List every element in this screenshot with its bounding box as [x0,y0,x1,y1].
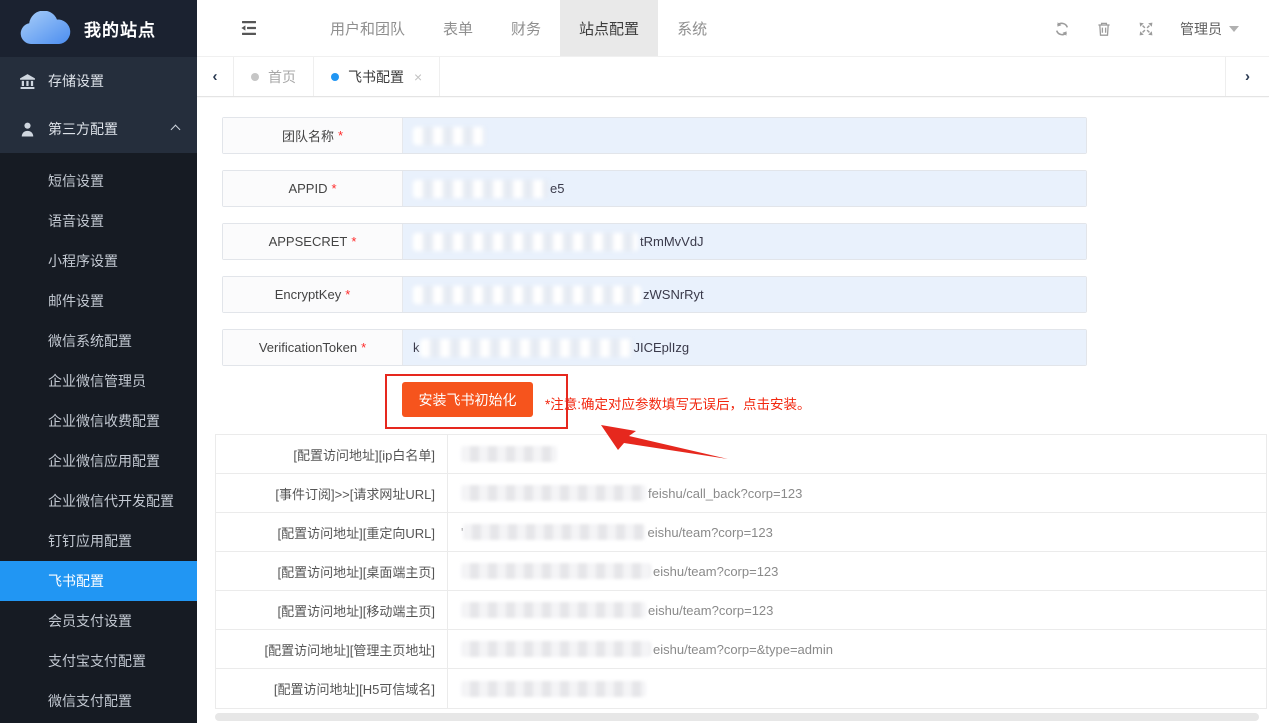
table-row: [事件订阅]>>[请求网址URL] feishu/call_back?corp=… [216,474,1266,513]
config-url-table: [配置访问地址][ip白名单] [事件订阅]>>[请求网址URL] feishu… [215,434,1267,709]
main-content: 团队名称* APPID* e5 APPSECRET* [197,98,1269,723]
team-name-input[interactable] [403,118,1086,153]
chevron-down-icon [1229,26,1239,32]
sidebar-item-wecom-dev-config[interactable]: 企业微信代开发配置 [0,481,197,521]
tab-feishu-config[interactable]: 飞书配置 × [314,57,440,96]
table-row: [配置访问地址][管理主页地址] eishu/team?corp=&type=a… [216,630,1266,669]
nav-site-config[interactable]: 站点配置 [560,0,658,56]
top-header: 用户和团队 表单 财务 站点配置 系统 [197,0,1269,57]
sidebar-item-mail-settings[interactable]: 邮件设置 [0,281,197,321]
close-icon[interactable]: × [414,69,422,85]
redacted-value [463,524,645,540]
sidebar-item-wecom-app-config[interactable]: 企业微信应用配置 [0,441,197,481]
field-label: 团队名称 [282,126,334,145]
redacted-value [461,641,651,657]
top-nav: 用户和团队 表单 财务 站点配置 系统 [311,0,726,56]
appsecret-input[interactable]: tRmMvVdJ [403,224,1086,259]
redacted-value [461,563,651,579]
sidebar-item-wechat-pay-config[interactable]: 微信支付配置 [0,681,197,721]
bank-icon [19,73,36,90]
tabs-scroll-right-button[interactable]: › [1225,57,1269,96]
nav-forms[interactable]: 表单 [424,0,492,56]
sidebar-item-wecom-billing-config[interactable]: 企业微信收费配置 [0,401,197,441]
sidebar: 我的站点 存储设置 第三方配置 短信设置 语音设置 小程序设置 邮件设置 [0,0,197,723]
refresh-icon[interactable] [1054,21,1070,37]
form-row-encryptkey: EncryptKey * zWSNrRyt [222,276,1087,313]
tab-status-dot [331,73,339,81]
chevron-up-icon [171,125,181,135]
sidebar-item-third-party-config[interactable]: 第三方配置 [0,105,197,153]
user-icon [19,121,36,138]
collapse-menu-icon[interactable] [239,20,259,36]
nav-finance[interactable]: 财务 [492,0,560,56]
fullscreen-icon[interactable] [1138,21,1154,37]
encryptkey-input[interactable]: zWSNrRyt [403,277,1086,312]
user-name: 管理员 [1180,19,1222,39]
required-asterisk: * [338,128,343,143]
form-row-appid: APPID * e5 [222,170,1087,207]
sidebar-item-alipay-config[interactable]: 支付宝支付配置 [0,641,197,681]
form-row-verificationtoken: VerificationToken * k JICEplIzg [222,329,1087,366]
required-asterisk: * [351,234,356,249]
form-row-appsecret: APPSECRET* tRmMvVdJ [222,223,1087,260]
redacted-value [413,127,485,145]
site-title: 我的站点 [84,16,156,41]
verificationtoken-input[interactable]: k JICEplIzg [403,330,1086,365]
redacted-value [461,485,646,501]
tabs-scroll-left-button[interactable]: ‹ [197,57,234,96]
redacted-value [413,233,638,251]
field-label: VerificationToken [259,340,357,355]
header-tools: 管理员 [1054,0,1269,57]
field-label: EncryptKey [275,287,341,302]
feishu-config-form: 团队名称* APPID* e5 APPSECRET* [222,117,1087,382]
table-row: [配置访问地址][移动端主页] eishu/team?corp=123 [216,591,1266,630]
sidebar-item-wecom-admin[interactable]: 企业微信管理员 [0,361,197,401]
redacted-value [461,681,646,697]
install-feishu-button[interactable]: 安装飞书初始化 [402,382,533,417]
sidebar-groups: 存储设置 第三方配置 [0,57,197,153]
table-row: [配置访问地址][H5可信域名] [216,669,1266,708]
nav-users-teams[interactable]: 用户和团队 [311,0,424,56]
sidebar-submenu: 短信设置 语音设置 小程序设置 邮件设置 微信系统配置 企业微信管理员 企业微信… [0,153,197,721]
appid-input[interactable]: e5 [403,171,1086,206]
sidebar-item-sms-settings[interactable]: 短信设置 [0,161,197,201]
sidebar-group-label: 第三方配置 [48,119,118,139]
redacted-value [413,180,548,198]
redacted-value [461,446,557,462]
sidebar-item-voice-settings[interactable]: 语音设置 [0,201,197,241]
cloud-logo-icon [18,11,72,47]
form-row-team-name: 团队名称 * [222,117,1087,154]
brand-logo[interactable]: 我的站点 [0,0,197,57]
sidebar-item-wechat-system-config[interactable]: 微信系统配置 [0,321,197,361]
redacted-value [420,339,632,357]
sidebar-item-miniprogram-settings[interactable]: 小程序设置 [0,241,197,281]
user-menu[interactable]: 管理员 [1180,19,1239,39]
field-label: APPID [288,181,327,196]
table-row: [配置访问地址][重定向URL] 'eishu/team?corp=123 [216,513,1266,552]
sidebar-item-storage-settings[interactable]: 存储设置 [0,57,197,105]
table-row: [配置访问地址][ip白名单] [216,435,1266,474]
redacted-value [413,286,641,304]
table-row: [配置访问地址][桌面端主页] eishu/team?corp=123 [216,552,1266,591]
sidebar-item-feishu-config[interactable]: 飞书配置 [0,561,197,601]
redacted-value [461,602,646,618]
install-warning-note: *注意:确定对应参数填写无误后，点击安装。 [545,393,811,413]
app-window: 我的站点 存储设置 第三方配置 短信设置 语音设置 小程序设置 邮件设置 [0,0,1269,723]
sidebar-item-dingtalk-app-config[interactable]: 钉钉应用配置 [0,521,197,561]
tab-bar: ‹ 首页 飞书配置 × › [197,57,1269,97]
required-asterisk: * [331,181,336,196]
tab-status-dot [251,73,259,81]
trash-icon[interactable] [1096,21,1112,37]
required-asterisk: * [345,287,350,302]
tab-home[interactable]: 首页 [234,57,314,96]
field-label: APPSECRET [269,234,348,249]
required-asterisk: * [361,340,366,355]
sidebar-group-label: 存储设置 [48,71,104,91]
sidebar-item-member-payment-settings[interactable]: 会员支付设置 [0,601,197,641]
horizontal-scrollbar[interactable] [215,713,1259,721]
nav-system[interactable]: 系统 [658,0,726,56]
